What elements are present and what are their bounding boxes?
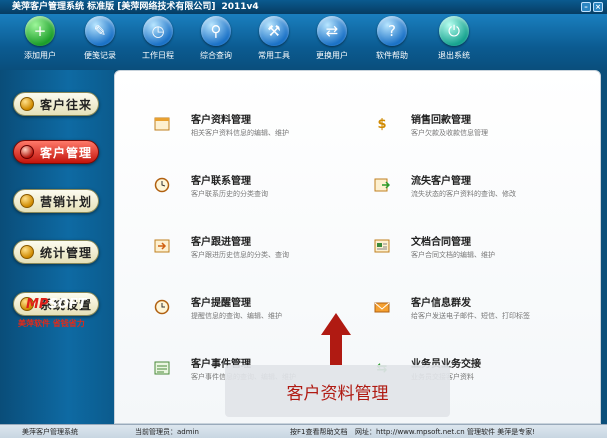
bullet-icon xyxy=(20,245,34,259)
power-icon: ⏻ xyxy=(439,16,469,46)
bullet-icon xyxy=(20,194,34,208)
menu-customer-data[interactable]: 客户资料管理 相关客户资料信息的编辑、维护 xyxy=(153,111,373,147)
toolbar-label: 更换用户 xyxy=(316,51,348,60)
menu-lost-customers[interactable]: 流失客户管理 流失状态的客户资料的查询、修改 xyxy=(373,172,593,208)
followup-icon xyxy=(153,237,171,255)
toolbar-notes[interactable]: ✎ 便笺记录 xyxy=(70,16,130,61)
mail-icon xyxy=(373,298,391,316)
status-help: 按F1查看帮助文档 xyxy=(290,428,348,436)
money-icon: $ xyxy=(377,116,387,132)
export-icon xyxy=(373,176,391,194)
menu-customer-contact[interactable]: 客户联系管理 客户联系历史的分类查询 xyxy=(153,172,373,208)
menu-document-contract[interactable]: 文档合同管理 客户合同文档的编辑、维护 xyxy=(373,233,593,269)
sidebar-item-label: 统计管理 xyxy=(40,245,93,260)
toolbar-label: 软件帮助 xyxy=(376,51,408,60)
menu-sales-payment[interactable]: $ 销售回款管理 客户欠款及收款信息管理 xyxy=(373,111,593,147)
toolbar-label: 退出系统 xyxy=(438,51,470,60)
toolbar-help[interactable]: ? 软件帮助 xyxy=(362,16,422,61)
menu-title: 客户提醒管理 xyxy=(191,298,251,309)
toolbar-label: 常用工具 xyxy=(258,51,290,60)
close-button[interactable]: × xyxy=(593,2,603,12)
sidebar-item-label: 营销计划 xyxy=(40,194,93,209)
menu-customer-followup[interactable]: 客户跟进管理 客户跟进历史信息的分类、查询 xyxy=(153,233,373,269)
menu-desc: 客户跟进历史信息的分类、查询 xyxy=(191,251,289,259)
schedule-icon: ◷ xyxy=(143,16,173,46)
menu-title: 客户跟进管理 xyxy=(191,237,251,248)
up-arrow-icon xyxy=(321,313,351,365)
bullet-icon xyxy=(20,145,34,159)
status-app-name: 美萍客户管理系统 xyxy=(22,428,78,436)
toolbar-exit[interactable]: ⏻ 退出系统 xyxy=(424,16,484,61)
help-icon: ? xyxy=(377,16,407,46)
clock-icon xyxy=(153,176,171,194)
menu-desc: 提醒信息的查询、编辑、维护 xyxy=(191,312,282,320)
menu-title: 流失客户管理 xyxy=(411,176,471,187)
menu-title: 客户联系管理 xyxy=(191,176,251,187)
status-bar: 美萍客户管理系统 当前管理员：admin 按F1查看帮助文档 网址：http:/… xyxy=(0,424,607,438)
note-icon: ✎ xyxy=(85,16,115,46)
add-user-icon: + xyxy=(25,16,55,46)
tooltip-text: 客户资料管理 xyxy=(286,384,389,404)
toolbar-query[interactable]: ⚲ 综合查询 xyxy=(186,16,246,61)
window-titlebar: 美萍客户管理系统 标准版 [美萍网络技术有限公司] 2011v4 – × xyxy=(0,0,607,14)
menu-title: 客户资料管理 xyxy=(191,115,251,126)
tools-icon: ⚒ xyxy=(259,16,289,46)
menu-title: 销售回款管理 xyxy=(411,115,471,126)
menu-mass-message[interactable]: 客户信息群发 给客户发送电子邮件、短信、打印标签 xyxy=(373,294,593,330)
sidebar-item-customer-contacts[interactable]: 客户往来 xyxy=(13,92,99,116)
toolbar-label: 便笺记录 xyxy=(84,51,116,60)
sidebar-item-marketing-plan[interactable]: 营销计划 xyxy=(13,189,99,213)
main-toolbar: + 添加用户 ✎ 便笺记录 ◷ 工作日程 ⚲ 综合查询 ⚒ 常用工具 ⇄ 更换用… xyxy=(0,14,607,70)
window-controls: – × xyxy=(581,2,603,12)
contract-icon xyxy=(373,237,391,255)
toolbar-tools[interactable]: ⚒ 常用工具 xyxy=(244,16,304,61)
logo-slogan: 美萍软件 省钱省力 xyxy=(18,319,85,328)
toolbar-switch-user[interactable]: ⇄ 更换用户 xyxy=(302,16,362,61)
status-slogan: 管理软件 美萍是专家! xyxy=(467,428,536,436)
bullet-icon xyxy=(20,97,34,111)
menu-desc: 流失状态的客户资料的查询、修改 xyxy=(411,190,516,198)
search-icon: ⚲ xyxy=(201,16,231,46)
switch-user-icon: ⇄ xyxy=(317,16,347,46)
menu-desc: 相关客户资料信息的编辑、维护 xyxy=(191,129,289,137)
alarm-icon xyxy=(153,298,171,316)
menu-desc: 客户合同文档的编辑、维护 xyxy=(411,251,495,259)
menu-desc: 客户联系历史的分类查询 xyxy=(191,190,268,198)
status-admin: 当前管理员：admin xyxy=(135,428,199,436)
toolbar-schedule[interactable]: ◷ 工作日程 xyxy=(128,16,188,61)
sidebar-item-label: 客户往来 xyxy=(40,97,93,112)
toolbar-label: 添加用户 xyxy=(24,51,56,60)
sidebar-item-customer-management[interactable]: 客户管理 xyxy=(13,140,99,164)
toolbar-add-user[interactable]: + 添加用户 xyxy=(10,16,70,61)
sidebar-item-statistics[interactable]: 统计管理 xyxy=(13,240,99,264)
menu-title: 客户信息群发 xyxy=(411,298,471,309)
menu-desc: 给客户发送电子邮件、短信、打印标签 xyxy=(411,312,530,320)
minimize-button[interactable]: – xyxy=(581,2,591,12)
window-title: 美萍客户管理系统 标准版 [美萍网络技术有限公司] xyxy=(12,2,216,12)
sidebar: 客户往来 客户管理 营销计划 统计管理 系统设置 xyxy=(0,70,114,424)
toolbar-label: 综合查询 xyxy=(200,51,232,60)
sidebar-item-label: 客户管理 xyxy=(40,145,93,160)
mpsoft-logo: MPSOFT xyxy=(26,297,87,312)
event-icon xyxy=(153,359,171,377)
toolbar-label: 工作日程 xyxy=(142,51,174,60)
menu-title: 文档合同管理 xyxy=(411,237,471,248)
hover-tooltip: 客户资料管理 xyxy=(225,313,450,417)
menu-desc: 客户欠款及收款信息管理 xyxy=(411,129,488,137)
document-icon xyxy=(153,115,171,133)
window-version: 2011v4 xyxy=(221,2,259,12)
status-website[interactable]: 网址：http://www.mpsoft.net.cn xyxy=(355,427,465,437)
